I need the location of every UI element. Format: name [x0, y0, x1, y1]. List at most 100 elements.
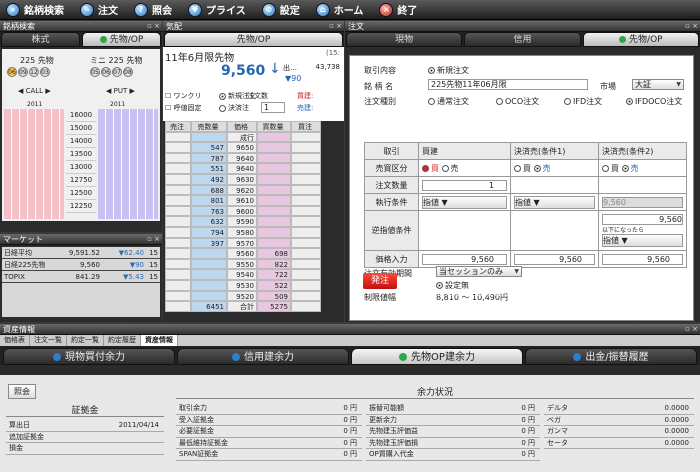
- book-cell[interactable]: [291, 269, 321, 280]
- book-cell[interactable]: [257, 131, 291, 143]
- book-cell[interactable]: [165, 216, 191, 227]
- type-oco-radio[interactable]: OCO注文: [496, 96, 539, 107]
- book-cell[interactable]: 632: [191, 216, 227, 227]
- book-cell[interactable]: [257, 195, 291, 206]
- strike-price[interactable]: 12250: [66, 200, 96, 213]
- book-cell[interactable]: 509: [257, 290, 291, 302]
- price-input[interactable]: 9,560: [418, 250, 511, 268]
- price-input[interactable]: 9,560: [510, 250, 599, 268]
- book-cell[interactable]: [191, 290, 227, 302]
- book-cell[interactable]: [291, 173, 321, 185]
- book-cell[interactable]: 9630: [227, 173, 257, 185]
- put-grid[interactable]: [98, 109, 158, 219]
- book-cell[interactable]: 9610: [227, 195, 257, 206]
- book-cell[interactable]: 492: [191, 173, 227, 185]
- tab-margin-power[interactable]: 信用建余力: [177, 348, 349, 365]
- tab-futures-op[interactable]: 先物/OP: [582, 32, 699, 47]
- subtab[interactable]: 約定一覧: [67, 335, 104, 346]
- market-row[interactable]: 日経225先物 9,560 ▼90 15: [2, 259, 160, 271]
- book-cell[interactable]: [191, 269, 227, 280]
- book-cell[interactable]: [257, 163, 291, 174]
- tab-futures-op[interactable]: 先物/OP: [164, 32, 343, 47]
- menu-settings-button[interactable]: ⚙ 設定: [261, 2, 300, 17]
- stop-condition-cell[interactable]: 9,560 以下になったら 指値 ▼: [598, 210, 687, 251]
- menu-search-button[interactable]: ⌕ 銘柄検索: [6, 2, 64, 17]
- book-cell[interactable]: [165, 226, 191, 238]
- book-cell[interactable]: 547: [191, 142, 227, 153]
- tab-futures-power[interactable]: 先物OP建余力: [351, 348, 523, 365]
- book-cell[interactable]: 9590: [227, 216, 257, 227]
- menu-price-button[interactable]: ¥ プライス: [188, 2, 246, 17]
- book-cell[interactable]: 9640: [227, 152, 257, 164]
- book-cell[interactable]: [165, 195, 191, 206]
- book-cell[interactable]: 822: [257, 258, 291, 270]
- strike-price[interactable]: 13000: [66, 161, 96, 174]
- book-cell[interactable]: [165, 163, 191, 174]
- book-cell[interactable]: [291, 195, 321, 206]
- book-cell[interactable]: [291, 131, 321, 143]
- type-normal-radio[interactable]: 通常注文: [428, 96, 469, 107]
- book-cell[interactable]: 688: [191, 184, 227, 196]
- tab-cash-buying-power[interactable]: 現物買付余力: [3, 348, 175, 365]
- inquiry-button[interactable]: 照会: [8, 384, 36, 399]
- book-cell[interactable]: [165, 184, 191, 196]
- symbol-input[interactable]: 225先物11年06月限: [428, 79, 588, 90]
- book-cell[interactable]: [257, 142, 291, 153]
- month-button[interactable]: 07: [112, 67, 122, 77]
- book-cell[interactable]: [291, 279, 321, 291]
- book-cell[interactable]: 801: [191, 195, 227, 206]
- submit-order-button[interactable]: 発注: [363, 273, 397, 289]
- type-ifdoco-radio[interactable]: IFDOCO注文: [626, 96, 682, 107]
- menu-order-button[interactable]: ✎ 注文: [80, 2, 118, 17]
- side-cond1-cell[interactable]: 買 売: [510, 159, 599, 177]
- condition-select[interactable]: 9,560: [598, 193, 687, 211]
- book-cell[interactable]: [257, 184, 291, 196]
- settle-order-radio[interactable]: 決済注: [219, 103, 249, 113]
- qty-input[interactable]: 1: [418, 176, 511, 194]
- tab-futures-op[interactable]: 先物/OP: [82, 32, 161, 47]
- book-cell[interactable]: [257, 237, 291, 249]
- tab-withdrawal-history[interactable]: 出金/振替履歴: [525, 348, 697, 365]
- book-cell[interactable]: [191, 258, 227, 270]
- book-cell[interactable]: 9600: [227, 205, 257, 217]
- book-cell[interactable]: 763: [191, 205, 227, 217]
- subtab[interactable]: 価格表: [0, 335, 30, 346]
- book-cell[interactable]: 794: [191, 226, 227, 238]
- period-select[interactable]: 当セッションのみ: [436, 266, 522, 277]
- book-cell[interactable]: [291, 205, 321, 217]
- order-qty-input[interactable]: 1: [261, 102, 285, 113]
- tab-margin[interactable]: 信用: [464, 32, 581, 47]
- side-buy-cell[interactable]: 買 売: [418, 159, 511, 177]
- book-cell[interactable]: 9560: [227, 248, 257, 259]
- month-button[interactable]: 08: [123, 67, 133, 77]
- side-cond2-cell[interactable]: 買 売: [598, 159, 687, 177]
- book-cell[interactable]: [191, 248, 227, 259]
- book-cell[interactable]: [291, 248, 321, 259]
- menu-inquiry-button[interactable]: ? 照会: [134, 2, 172, 17]
- book-cell[interactable]: [165, 279, 191, 291]
- oneclick-checkbox[interactable]: ☐ ワンクリ: [165, 91, 202, 101]
- book-cell[interactable]: 787: [191, 152, 227, 164]
- book-cell[interactable]: [165, 301, 191, 312]
- subtab-asset[interactable]: 資産情報: [141, 335, 178, 346]
- book-cell[interactable]: [165, 290, 191, 302]
- book-cell[interactable]: [165, 258, 191, 270]
- month-button[interactable]: 03: [40, 67, 50, 77]
- book-cell[interactable]: 9520: [227, 290, 257, 302]
- strike-price[interactable]: 13500: [66, 148, 96, 161]
- book-cell[interactable]: [165, 205, 191, 217]
- book-cell[interactable]: [257, 152, 291, 164]
- book-cell[interactable]: 9640: [227, 163, 257, 174]
- strike-price[interactable]: 15000: [66, 122, 96, 135]
- book-cell[interactable]: [291, 152, 321, 164]
- book-cell[interactable]: [257, 173, 291, 185]
- month-button[interactable]: 05: [90, 67, 100, 77]
- strike-price[interactable]: 14000: [66, 135, 96, 148]
- month-button[interactable]: 06: [101, 67, 111, 77]
- month-button[interactable]: 06: [7, 67, 17, 77]
- book-cell[interactable]: 9570: [227, 237, 257, 249]
- market-row[interactable]: TOPIX 841.29 ▼5.43 15: [2, 271, 160, 283]
- book-cell[interactable]: 9530: [227, 279, 257, 291]
- subtab[interactable]: 約定履歴: [104, 335, 141, 346]
- book-cell[interactable]: 9650: [227, 142, 257, 153]
